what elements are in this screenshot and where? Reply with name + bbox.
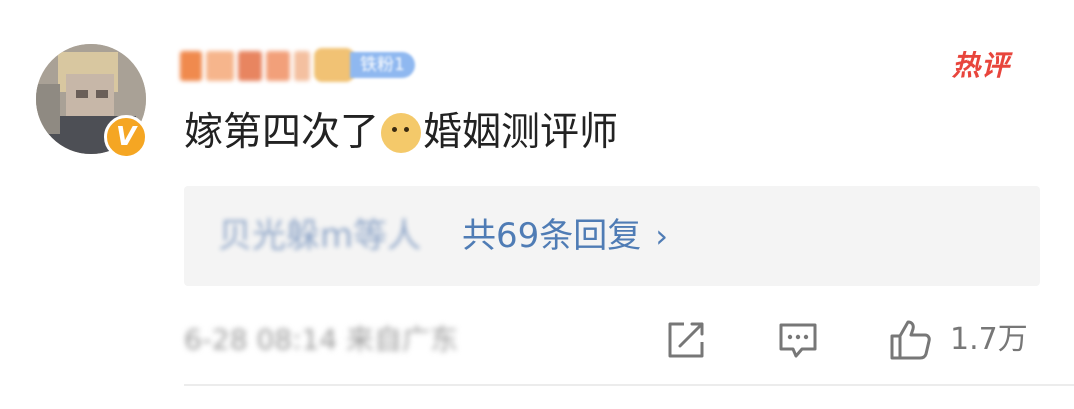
dog-emoji-icon (381, 113, 422, 153)
comment-text-part1: 嫁第四次了 (184, 110, 380, 155)
comment-icon (779, 323, 817, 358)
comment-text: 嫁第四次了 婚姻测评师 (184, 108, 618, 158)
like-count: 1.7万 (950, 322, 1028, 357)
view-replies-link[interactable]: 共69条回复 › (462, 214, 668, 258)
comment-text-part2: 婚姻测评师 (423, 110, 619, 155)
fan-badge-label: 铁粉1 (350, 52, 415, 78)
share-button[interactable] (664, 318, 708, 362)
like-button[interactable] (888, 318, 932, 362)
reply-users: 贝光躲m等人 (218, 214, 421, 258)
username[interactable] (180, 46, 310, 86)
replies-box[interactable]: 贝光躲m等人 共69条回复 › (184, 186, 1040, 286)
fan-badge-icon (314, 48, 354, 82)
reply-users-text: 贝光躲m等人 (218, 216, 422, 256)
share-icon (668, 322, 704, 358)
reply-count-label: 共69条回复 (462, 216, 642, 256)
comment-card: V 铁粉1 热评 嫁第四次了 婚姻测评师 贝光躲m等人 共69条回复 › 6-28… (0, 0, 1074, 409)
hot-comment-tag: 热评 (952, 49, 1011, 82)
reply-button[interactable] (776, 318, 820, 362)
fan-badge[interactable]: 铁粉1 (314, 48, 415, 82)
thumbs-up-icon (890, 320, 931, 360)
chevron-right-icon: › (655, 217, 669, 255)
divider (184, 384, 1074, 386)
comment-meta: 6-28 08:14 来自广东 (184, 323, 459, 356)
verified-badge-icon: V (104, 115, 148, 159)
